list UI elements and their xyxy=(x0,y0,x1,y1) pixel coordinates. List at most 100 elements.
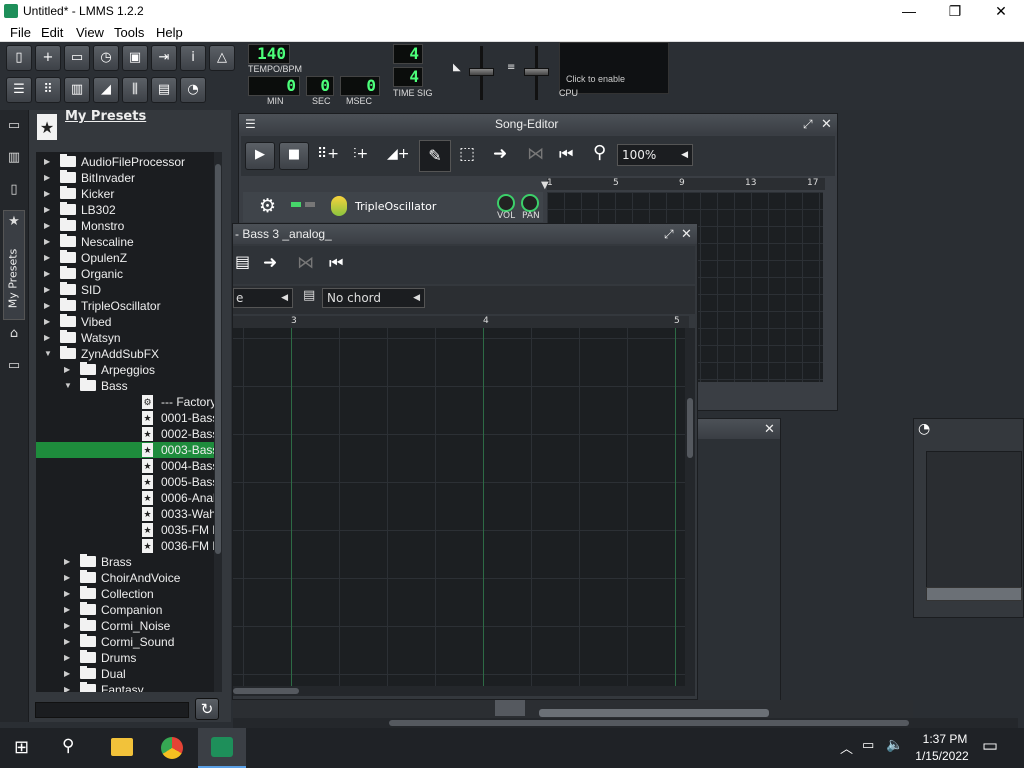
tree-file[interactable]: ★ 0004-Bass 4.xiz xyxy=(36,458,214,474)
tree-folder[interactable]: ▶ Organic xyxy=(36,266,214,282)
stop-behaviour-icon[interactable]: ⏮ xyxy=(559,144,573,164)
network-icon[interactable]: ▭ xyxy=(862,738,874,753)
piano-roll-maximize-icon[interactable]: ⤢ xyxy=(664,224,674,244)
piano-roll-icon[interactable]: ▥ xyxy=(64,77,90,103)
new-from-template-icon[interactable]: + xyxy=(35,45,61,71)
info-icon[interactable]: i xyxy=(180,45,206,71)
tree-folder[interactable]: ▶ OpulenZ xyxy=(36,250,214,266)
new-project-icon[interactable]: ▯ xyxy=(6,45,32,71)
chrome-icon[interactable] xyxy=(161,737,183,759)
volume-muted-icon[interactable]: 🔈 xyxy=(886,737,903,753)
metronome-icon[interactable]: △ xyxy=(209,45,235,71)
tree-folder[interactable]: ▶ Arpeggios xyxy=(36,362,214,378)
recent-projects-icon[interactable]: ◷ xyxy=(93,45,119,71)
notifications-icon[interactable]: ▭ xyxy=(982,736,998,756)
collapsed-arrow-icon[interactable]: ▶ xyxy=(64,653,70,662)
tree-folder[interactable]: ▶ Fantasy xyxy=(36,682,214,692)
collapsed-arrow-icon[interactable]: ▶ xyxy=(64,365,70,374)
vol-knob[interactable] xyxy=(497,194,515,212)
tree-folder[interactable]: ▼ ZynAddSubFX xyxy=(36,346,214,362)
clock-time[interactable]: 1:37 PM xyxy=(916,732,974,746)
menu-help[interactable]: Help xyxy=(156,25,183,40)
collapsed-arrow-icon[interactable]: ▶ xyxy=(64,621,70,630)
tree-file[interactable]: ★ 0001-Bass 1.xiz xyxy=(36,410,214,426)
controller-add-button[interactable] xyxy=(926,587,1022,601)
collapsed-arrow-icon[interactable]: ▶ xyxy=(44,173,50,182)
tree-folder[interactable]: ▶ Watsyn xyxy=(36,330,214,346)
tree-folder[interactable]: ▶ Vibed xyxy=(36,314,214,330)
tray-chevron-icon[interactable]: ︿ xyxy=(840,738,853,757)
time-sig-denominator[interactable]: 4 xyxy=(393,67,423,87)
tree-folder[interactable]: ▶ Collection xyxy=(36,586,214,602)
collapsed-arrow-icon[interactable]: ▶ xyxy=(44,285,50,294)
play-icon[interactable]: ▶ xyxy=(245,142,275,170)
collapsed-arrow-icon[interactable]: ▶ xyxy=(64,573,70,582)
save-project-icon[interactable]: ▣ xyxy=(122,45,148,71)
pr-auto-scroll-icon[interactable]: ➜ xyxy=(263,253,277,273)
pr-stop-behaviour-icon[interactable]: ⏮ xyxy=(329,253,343,273)
clipboard-icon[interactable]: ▤ xyxy=(235,252,250,271)
collapsed-arrow-icon[interactable]: ▶ xyxy=(44,189,50,198)
tree-file[interactable]: ★ 0002-Bass 2.xiz xyxy=(36,426,214,442)
song-editor-close-icon[interactable]: ✕ xyxy=(821,114,832,134)
master-pitch-slider[interactable] xyxy=(524,68,549,76)
refresh-icon[interactable]: ↻ xyxy=(195,698,219,720)
controller-rack-icon[interactable]: ◔ xyxy=(180,77,206,103)
collapsed-arrow-icon[interactable]: ▶ xyxy=(64,557,70,566)
menu-edit[interactable]: Edit xyxy=(41,25,63,40)
tree-file[interactable]: ★ 0036-FM Bass ... xyxy=(36,538,214,554)
menu-file[interactable]: File xyxy=(10,25,31,40)
loop-points-icon[interactable]: ⋈ xyxy=(527,144,544,164)
tree-folder[interactable]: ▶ Monstro xyxy=(36,218,214,234)
track-settings-gear-icon[interactable]: ⚙ xyxy=(259,195,276,217)
main-hscroll[interactable] xyxy=(233,718,1018,728)
maximize-button[interactable]: ❐ xyxy=(932,0,978,23)
add-sample-track-icon[interactable]: ⫶+ xyxy=(353,146,368,162)
tree-scrollbar[interactable] xyxy=(214,152,222,692)
tree-folder[interactable]: ▶ ChoirAndVoice xyxy=(36,570,214,586)
song-editor-maximize-icon[interactable]: ⤢ xyxy=(803,114,813,134)
collapsed-arrow-icon[interactable]: ▶ xyxy=(44,205,50,214)
mute-led[interactable] xyxy=(291,202,301,207)
collapsed-arrow-icon[interactable]: ▶ xyxy=(64,605,70,614)
tree-folder[interactable]: ▶ Kicker xyxy=(36,186,214,202)
expanded-arrow-icon[interactable]: ▼ xyxy=(44,349,52,358)
tree-folder[interactable]: ▶ BitInvader xyxy=(36,170,214,186)
tree-folder[interactable]: ▶ Cormi_Sound xyxy=(36,634,214,650)
tree-folder[interactable]: ▶ LB302 xyxy=(36,202,214,218)
minimize-button[interactable]: — xyxy=(886,0,932,23)
windows-start-icon[interactable]: ⊞ xyxy=(14,738,34,758)
computer-tab-icon[interactable]: ▭ xyxy=(5,358,23,376)
master-volume-slider[interactable] xyxy=(469,68,494,76)
auto-scroll-icon[interactable]: ➜ xyxy=(493,144,507,164)
tree-folder[interactable]: ▶ Nescaline xyxy=(36,234,214,250)
draw-mode-icon[interactable]: ✎ xyxy=(419,140,451,172)
collapsed-arrow-icon[interactable]: ▶ xyxy=(44,253,50,262)
tree-folder[interactable]: ▼ Bass xyxy=(36,378,214,394)
tree-folder[interactable]: ▶ Companion xyxy=(36,602,214,618)
tree-file[interactable]: ⚙ --- Factory file... xyxy=(36,394,214,410)
tree-folder[interactable]: ▶ Dual xyxy=(36,666,214,682)
tree-folder[interactable]: ▶ Drums xyxy=(36,650,214,666)
collapsed-arrow-icon[interactable]: ▶ xyxy=(44,269,50,278)
close-button[interactable]: ✕ xyxy=(978,0,1024,23)
tree-folder[interactable]: ▶ Cormi_Noise xyxy=(36,618,214,634)
menu-view[interactable]: View xyxy=(76,25,104,40)
add-beat-bassline-icon[interactable]: ⠿+ xyxy=(317,146,339,162)
file-explorer-icon[interactable] xyxy=(111,738,133,756)
piano-roll-close-icon[interactable]: ✕ xyxy=(681,224,692,244)
instrument-plugins-tab-icon[interactable]: ▭ xyxy=(5,118,23,136)
collapsed-arrow-icon[interactable]: ▶ xyxy=(44,317,50,326)
collapsed-arrow-icon[interactable]: ▶ xyxy=(44,157,50,166)
zoom-select[interactable]: 100% ◀ xyxy=(617,144,693,166)
pr-vscroll[interactable] xyxy=(685,328,695,686)
menu-tools[interactable]: Tools xyxy=(114,25,144,40)
fx-mixer-icon[interactable]: ⫼ xyxy=(122,77,148,103)
edit-mode-icon[interactable]: ⬚ xyxy=(459,144,475,164)
export-icon[interactable]: ⇥ xyxy=(151,45,177,71)
pan-knob[interactable] xyxy=(521,194,539,212)
tree-folder[interactable]: ▶ SID xyxy=(36,282,214,298)
scale-select[interactable]: e ◀ xyxy=(233,288,293,308)
tree-folder[interactable]: ▶ TripleOscillator xyxy=(36,298,214,314)
tree-file[interactable]: ★ 0005-Bass 5.xiz xyxy=(36,474,214,490)
